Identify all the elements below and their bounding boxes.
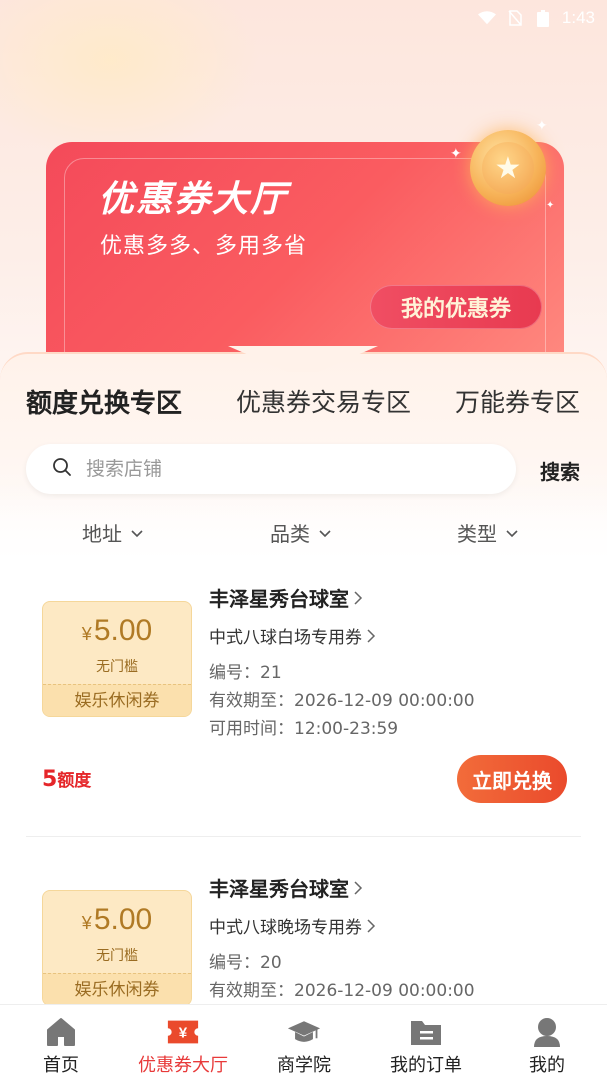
credit-cost: 5额度 xyxy=(42,766,91,792)
coupon-name-link[interactable]: 中式八球晚场专用券 xyxy=(209,913,376,938)
divider xyxy=(26,836,581,837)
coupon-number: 编号：20 xyxy=(209,948,282,973)
expiry-value: 2026-12-09 00:00:00 xyxy=(294,691,475,711)
store-name-link[interactable]: 丰泽星秀台球室 xyxy=(209,583,363,612)
available-value: 12:00-23:59 xyxy=(294,719,399,739)
filter-category[interactable]: 品类 xyxy=(270,518,332,547)
bottom-nav: 首页 ¥ 优惠券大厅 商学院 我的订单 我的 xyxy=(0,1004,607,1080)
store-name-link[interactable]: 丰泽星秀台球室 xyxy=(209,873,363,902)
coupon-amount: 5.00 xyxy=(93,903,153,936)
available-label: 可用时间： xyxy=(209,719,294,739)
zone-tabs-panel xyxy=(0,352,607,522)
nav-my-orders[interactable]: 我的订单 xyxy=(376,1011,476,1077)
number-label: 编号： xyxy=(209,663,260,683)
nav-business-school[interactable]: 商学院 xyxy=(254,1011,354,1077)
banner-subtitle: 优惠多多、多用多省 xyxy=(100,234,308,259)
chevron-right-icon xyxy=(367,918,376,933)
wifi-icon xyxy=(477,10,496,26)
order-folder-icon xyxy=(409,1015,443,1049)
filter-bar: 地址 品类 类型 xyxy=(0,518,607,550)
my-coupons-button[interactable]: 我的优惠券 xyxy=(370,285,542,329)
zone-tabs: 额度兑换专区 优惠券交易专区 万能券专区 xyxy=(0,383,607,419)
sparkle-icon: ✦ xyxy=(546,200,555,211)
currency-symbol: ¥ xyxy=(81,624,92,644)
no-sim-icon xyxy=(506,10,524,26)
number-value: 20 xyxy=(260,953,282,973)
tab-universal-coupon[interactable]: 万能券专区 xyxy=(455,383,580,419)
svg-text:¥: ¥ xyxy=(179,1025,188,1042)
expiry-value: 2026-12-09 00:00:00 xyxy=(294,981,475,1001)
chevron-down-icon xyxy=(319,529,331,537)
coupon-expiry: 有效期至：2026-12-09 00:00:00 xyxy=(209,686,475,711)
coupon-value-badge: ¥5.00 无门槛 娱乐休闲券 xyxy=(42,601,192,717)
user-icon xyxy=(530,1015,564,1049)
nav-label: 我的订单 xyxy=(390,1055,462,1076)
coupon-expiry: 有效期至：2026-12-09 00:00:00 xyxy=(209,976,475,1001)
coupon-icon: ¥ xyxy=(166,1015,200,1049)
sparkle-icon: ✦ xyxy=(450,146,462,162)
expiry-label: 有效期至： xyxy=(209,691,294,711)
filter-label: 类型 xyxy=(457,522,497,546)
nav-label: 首页 xyxy=(43,1055,79,1076)
filter-address[interactable]: 地址 xyxy=(82,518,144,547)
nav-label: 商学院 xyxy=(277,1055,331,1076)
number-value: 21 xyxy=(260,663,282,683)
home-icon xyxy=(44,1015,78,1049)
star-coin-icon: ★ xyxy=(470,130,546,206)
coupon-available-time: 可用时间：12:00-23:59 xyxy=(209,714,398,739)
coupon-value-badge: ¥5.00 无门槛 娱乐休闲券 xyxy=(42,890,192,1006)
credit-amount: 5 xyxy=(42,767,58,792)
tab-credit-exchange[interactable]: 额度兑换专区 xyxy=(26,383,182,420)
banner-title: 优惠券大厅 xyxy=(98,179,289,220)
number-label: 编号： xyxy=(209,953,260,973)
status-time: 1:43 xyxy=(561,8,595,27)
filter-label: 品类 xyxy=(270,522,310,546)
coupon-threshold: 无门槛 xyxy=(96,659,138,675)
search-input[interactable] xyxy=(86,458,466,480)
currency-symbol: ¥ xyxy=(81,913,92,933)
expiry-label: 有效期至： xyxy=(209,981,294,1001)
nav-profile[interactable]: 我的 xyxy=(497,1011,597,1077)
coupon-type: 娱乐休闲券 xyxy=(43,973,191,1005)
credit-unit: 额度 xyxy=(57,771,92,791)
coupon-name: 中式八球白场专用券 xyxy=(209,628,362,648)
search-icon xyxy=(52,457,72,481)
store-name: 丰泽星秀台球室 xyxy=(209,587,349,611)
sparkle-icon: ✦ xyxy=(536,118,548,134)
nav-label: 我的 xyxy=(529,1055,565,1076)
chevron-right-icon xyxy=(354,590,363,605)
coupon-amount: 5.00 xyxy=(93,614,153,647)
search-box xyxy=(26,444,516,494)
coupon-type: 娱乐休闲券 xyxy=(43,684,191,716)
chevron-right-icon xyxy=(367,628,376,643)
chevron-down-icon xyxy=(506,529,518,537)
graduation-cap-icon xyxy=(287,1015,321,1049)
status-bar: 1:43 xyxy=(0,0,607,36)
nav-coupon-hall[interactable]: ¥ 优惠券大厅 xyxy=(133,1011,233,1077)
nav-label: 优惠券大厅 xyxy=(138,1055,228,1076)
store-name: 丰泽星秀台球室 xyxy=(209,877,349,901)
coupon-threshold: 无门槛 xyxy=(96,948,138,964)
coupon-name-link[interactable]: 中式八球白场专用券 xyxy=(209,623,376,648)
coupon-number: 编号：21 xyxy=(209,658,282,683)
coupon-name: 中式八球晚场专用券 xyxy=(209,918,362,938)
chevron-down-icon xyxy=(131,529,143,537)
tab-coupon-trading[interactable]: 优惠券交易专区 xyxy=(236,383,411,419)
search-button[interactable]: 搜索 xyxy=(540,456,580,485)
battery-icon xyxy=(534,9,552,27)
redeem-button[interactable]: 立即兑换 xyxy=(457,755,567,803)
filter-type[interactable]: 类型 xyxy=(457,518,519,547)
filter-label: 地址 xyxy=(82,522,122,546)
nav-home[interactable]: 首页 xyxy=(11,1011,111,1077)
chevron-right-icon xyxy=(354,880,363,895)
